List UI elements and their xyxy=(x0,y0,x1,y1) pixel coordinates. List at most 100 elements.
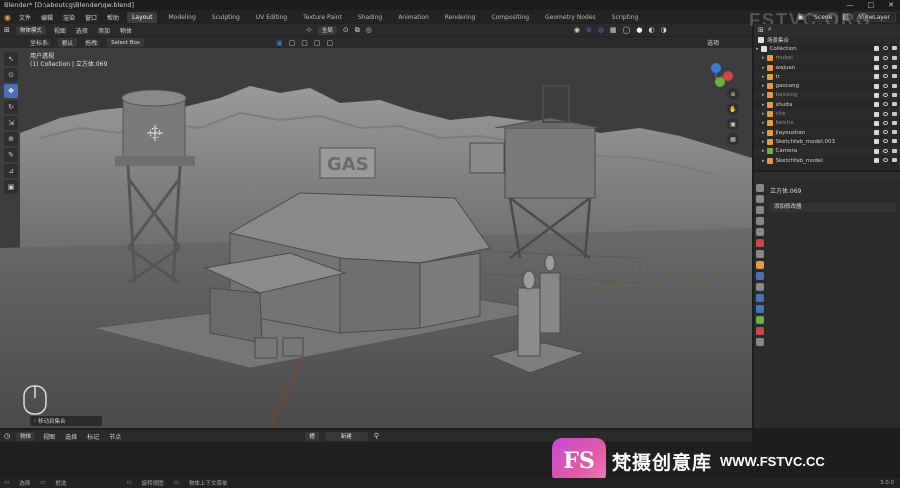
timeline-editor-icon[interactable]: ◷ xyxy=(4,432,10,440)
hide-eye-icon[interactable] xyxy=(883,139,888,144)
expand-arrow-icon[interactable]: ▸ xyxy=(762,148,765,154)
editor-type-icon[interactable]: ⊞ xyxy=(4,26,10,34)
outliner-row[interactable]: ▸ baiceng xyxy=(754,90,900,101)
outliner-row[interactable]: ▸ mubei xyxy=(754,53,900,63)
scene-tab-icon[interactable] xyxy=(756,228,764,236)
material-tab-icon[interactable] xyxy=(756,327,764,335)
menu-edit[interactable]: 编辑 xyxy=(39,13,55,22)
exclude-checkbox[interactable] xyxy=(874,46,879,52)
exclude-checkbox[interactable] xyxy=(874,74,879,80)
outliner-row[interactable]: ▸ beiche xyxy=(754,119,900,128)
collection-tab-icon[interactable] xyxy=(756,250,764,258)
3d-viewport[interactable]: GAS xyxy=(0,48,752,428)
render-camera-icon[interactable] xyxy=(892,74,897,79)
mode-selector[interactable]: 物体模式 xyxy=(15,25,46,35)
hide-eye-icon[interactable] xyxy=(883,148,888,153)
material-shading-icon[interactable]: ◐ xyxy=(649,26,655,34)
render-camera-icon[interactable] xyxy=(892,55,897,60)
add-cube-tool-icon[interactable]: ▣ xyxy=(4,180,18,194)
annotate-tool-icon[interactable]: ✎ xyxy=(4,148,18,162)
outliner-row[interactable]: ▸ Sketchfab_model xyxy=(754,156,900,165)
render-camera-icon[interactable] xyxy=(892,83,897,88)
exclude-checkbox[interactable] xyxy=(874,55,879,61)
outliner-search-icon[interactable]: ⌕ xyxy=(768,25,772,34)
slot-selector[interactable]: 槽 xyxy=(305,431,319,441)
render-camera-icon[interactable] xyxy=(892,120,897,125)
outliner-row[interactable]: ▸ tr xyxy=(754,72,900,82)
tab-uv-editing[interactable]: UV Editing xyxy=(251,12,292,23)
timeline-view-menu[interactable]: 视图 xyxy=(41,432,57,441)
tab-rendering[interactable]: Rendering xyxy=(440,12,481,23)
select-tool-icon[interactable]: ↖ xyxy=(4,52,18,66)
menu-window[interactable]: 窗口 xyxy=(83,13,99,22)
snap-icon[interactable]: ⧉ xyxy=(355,26,360,35)
filter-icon[interactable]: ⊞ xyxy=(758,26,764,34)
hide-eye-icon[interactable] xyxy=(883,55,888,60)
xray-icon[interactable]: ▦ xyxy=(610,26,617,34)
hide-eye-icon[interactable] xyxy=(883,92,888,97)
rotate-tool-icon[interactable]: ↻ xyxy=(4,100,18,114)
exclude-checkbox[interactable] xyxy=(874,120,879,126)
menu-select[interactable]: 选择 xyxy=(74,26,90,35)
render-tab-icon[interactable] xyxy=(756,195,764,203)
exclude-checkbox[interactable] xyxy=(874,130,879,136)
expand-arrow-icon[interactable]: ▸ xyxy=(762,74,765,80)
hide-eye-icon[interactable] xyxy=(883,120,888,125)
zoom-icon[interactable]: ⊕ xyxy=(727,88,739,100)
expand-arrow-icon[interactable]: ▸ xyxy=(762,65,765,71)
expand-arrow-icon[interactable]: ▸ xyxy=(762,130,765,136)
cursor-tool-icon[interactable]: ⊙ xyxy=(4,68,18,82)
tab-layout[interactable]: Layout xyxy=(127,11,158,23)
tab-animation[interactable]: Animation xyxy=(393,12,434,23)
expand-arrow-icon[interactable]: ▸ xyxy=(756,46,759,52)
pan-hand-icon[interactable]: ✋ xyxy=(727,103,739,115)
visibility-icon[interactable]: ◉ xyxy=(574,26,580,34)
object-tab-icon[interactable] xyxy=(756,261,764,269)
outliner-row[interactable]: ▸ Collection xyxy=(754,44,900,53)
rendered-shading-icon[interactable]: ◑ xyxy=(661,26,667,34)
blender-logo-icon[interactable]: ◉ xyxy=(4,13,11,22)
expand-arrow-icon[interactable]: ▸ xyxy=(762,102,765,108)
solid-shading-icon[interactable]: ● xyxy=(636,26,642,34)
transform-tool-icon[interactable]: ⊕ xyxy=(4,132,18,146)
new-button[interactable]: 新建 xyxy=(324,431,368,441)
outliner-row[interactable]: ▸ gaocang xyxy=(754,81,900,90)
render-camera-icon[interactable] xyxy=(892,139,897,144)
output-tab-icon[interactable] xyxy=(756,206,764,214)
world-tab-icon[interactable] xyxy=(756,239,764,247)
tab-sculpting[interactable]: Sculpting xyxy=(207,12,245,23)
add-modifier-button[interactable]: 添加修改器 xyxy=(770,203,896,212)
hide-eye-icon[interactable] xyxy=(883,83,888,88)
transform-orientation-selector[interactable]: 全局 xyxy=(317,25,337,35)
tool-tab-icon[interactable] xyxy=(756,184,764,192)
proportional-edit-icon[interactable]: ◎ xyxy=(366,26,372,34)
expand-arrow-icon[interactable]: ▸ xyxy=(762,139,765,145)
render-camera-icon[interactable] xyxy=(892,102,897,107)
select-mode-new-icon[interactable]: ▣ xyxy=(276,39,283,47)
overlay-icon[interactable]: ◍ xyxy=(598,26,604,34)
tab-compositing[interactable]: Compositing xyxy=(486,12,534,23)
particles-tab-icon[interactable] xyxy=(756,283,764,291)
timeline-node-menu[interactable]: 节点 xyxy=(107,432,123,441)
physics-tab-icon[interactable] xyxy=(756,294,764,302)
hide-eye-icon[interactable] xyxy=(883,158,888,162)
menu-object[interactable]: 物体 xyxy=(118,26,134,35)
menu-help[interactable]: 帮助 xyxy=(105,13,121,22)
outliner-row[interactable]: ▸ Camera xyxy=(754,146,900,156)
render-camera-icon[interactable] xyxy=(892,65,897,70)
hide-eye-icon[interactable] xyxy=(883,74,888,79)
expand-arrow-icon[interactable]: ▸ xyxy=(762,111,765,117)
menu-render[interactable]: 渲染 xyxy=(61,13,77,22)
outliner-row[interactable]: ▸ shuita xyxy=(754,100,900,109)
last-operator-panel[interactable]: › 移动到集合 xyxy=(30,416,102,426)
select-mode-invert-icon[interactable]: ▢ xyxy=(314,39,321,47)
outliner-row[interactable]: ▸ wajuan xyxy=(754,63,900,72)
expand-arrow-icon[interactable]: ▸ xyxy=(762,55,765,61)
data-tab-icon[interactable] xyxy=(756,316,764,324)
tab-shading[interactable]: Shading xyxy=(353,12,387,23)
select-mode-extend-icon[interactable]: ▢ xyxy=(289,39,296,47)
render-camera-icon[interactable] xyxy=(892,92,897,97)
modifier-tab-icon[interactable] xyxy=(756,272,764,280)
menu-add[interactable]: 添加 xyxy=(96,26,112,35)
outliner-row[interactable]: ▸ jiayoushan xyxy=(754,127,900,138)
